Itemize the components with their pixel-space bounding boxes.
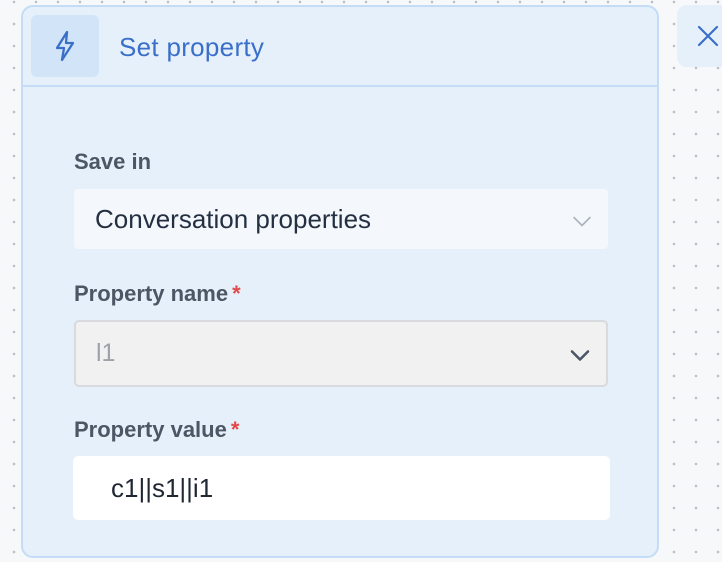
property-value-input[interactable]: c1||s1||i1 [73, 456, 610, 520]
chevron-down-icon [570, 339, 590, 368]
chevron-down-icon [572, 204, 592, 235]
save-in-value: Conversation properties [95, 203, 372, 234]
property-name-label: Property name * [74, 281, 241, 306]
save-in-label: Save in [74, 149, 152, 174]
lightning-icon [31, 15, 99, 77]
close-icon [697, 25, 719, 47]
required-marker: * [232, 281, 241, 306]
set-property-panel: Set property Save in Conversation proper… [21, 5, 659, 558]
property-value-label: Property value * [74, 417, 240, 442]
property-name-value: l1 [96, 339, 116, 367]
property-value-text: c1||s1||i1 [111, 472, 214, 503]
required-marker: * [230, 417, 240, 442]
panel-title: Set property [119, 31, 265, 62]
property-name-select[interactable]: l1 [74, 320, 608, 387]
close-button[interactable] [677, 5, 722, 67]
panel-header: Set property [23, 7, 657, 87]
save-in-select[interactable]: Conversation properties [74, 189, 608, 249]
